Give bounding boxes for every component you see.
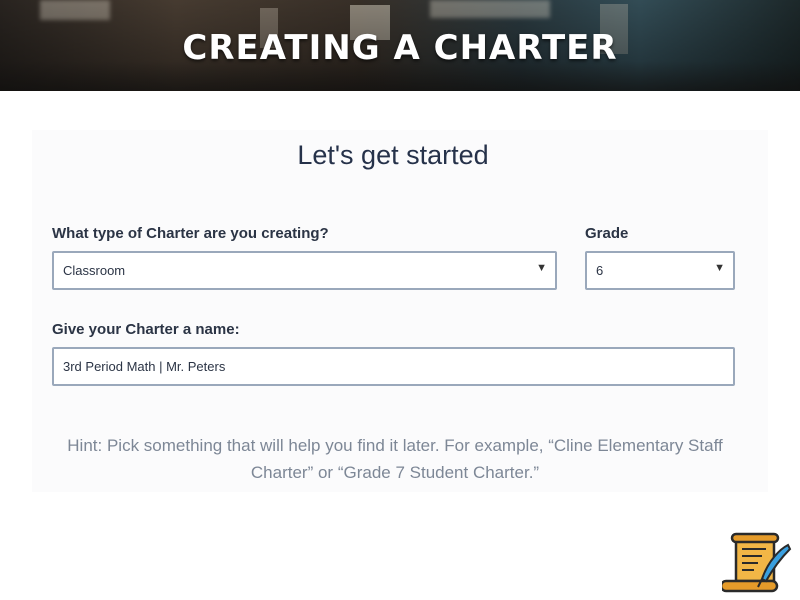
charter-type-select[interactable]: Classroom ▼ [52,251,557,290]
grade-select[interactable]: 6 ▼ [585,251,735,290]
page-title: CREATING A CHARTER [182,28,618,68]
charter-type-value: Classroom [63,263,126,278]
chevron-down-icon: ▼ [714,262,725,274]
scroll-quill-icon [722,532,792,593]
charter-name-value: 3rd Period Math | Mr. Peters [63,359,226,374]
grade-label: Grade [585,225,629,242]
header-banner: CREATING A CHARTER [0,0,800,91]
form-heading: Let's get started [297,140,489,170]
charter-type-label: What type of Charter are you creating? [52,225,329,242]
charter-name-input[interactable]: 3rd Period Math | Mr. Peters [52,347,735,386]
chevron-down-icon: ▼ [536,262,547,274]
charter-name-label: Give your Charter a name: [52,321,240,338]
hint-text: Hint: Pick something that will help you … [67,436,723,482]
grade-value: 6 [596,263,604,278]
